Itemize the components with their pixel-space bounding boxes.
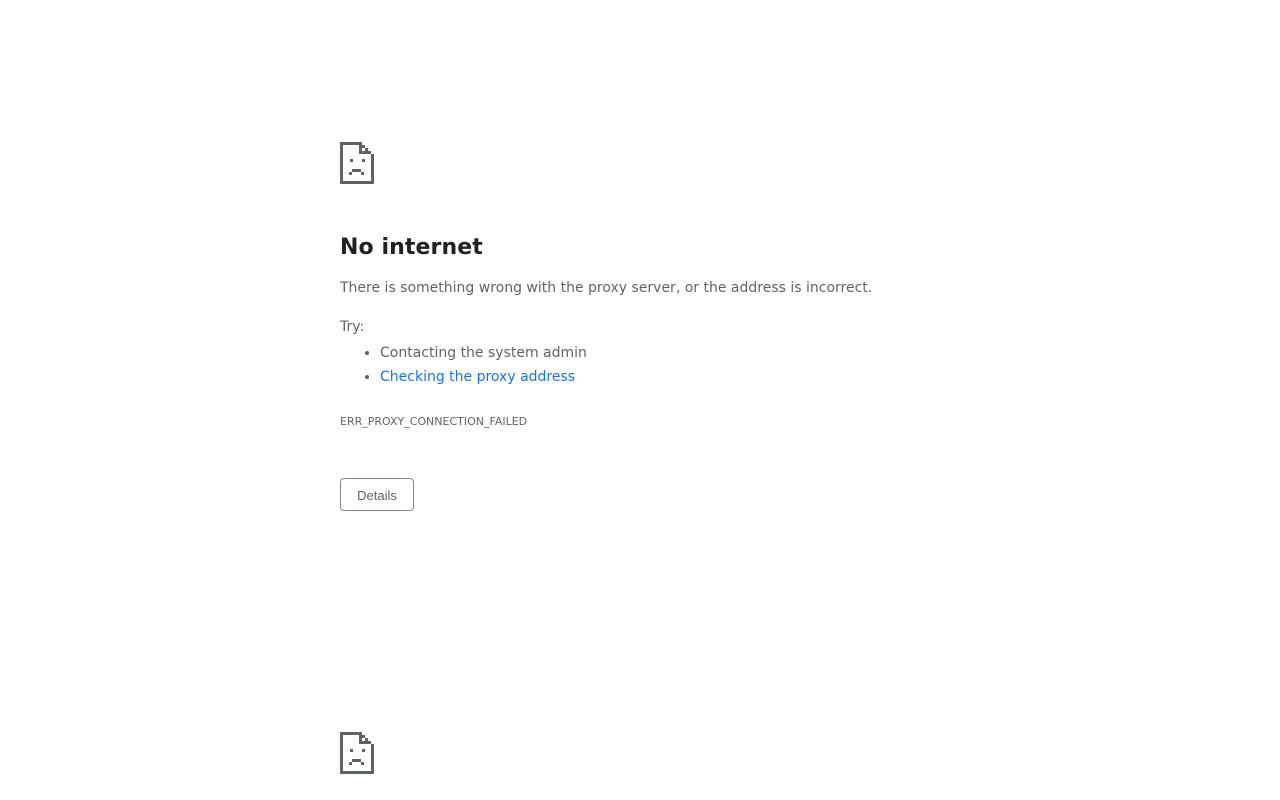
error-description: There is something wrong with the proxy … <box>340 280 873 296</box>
try-label: Try: <box>340 319 365 335</box>
sad-page-icon <box>340 142 374 184</box>
suggestion-check-proxy: Checking the proxy address <box>380 365 940 389</box>
error-content: No internet There is something wrong wit… <box>340 142 940 430</box>
error-page: No internet There is something wrong wit… <box>0 0 1280 800</box>
error-code: ERR_PROXY_CONNECTION_FAILED <box>340 415 528 428</box>
page-title: No internet <box>340 235 483 260</box>
suggestions-list: Contacting the system admin Checking the… <box>340 341 940 389</box>
suggestion-contact-admin: Contacting the system admin <box>380 341 940 365</box>
details-button[interactable]: Details <box>340 478 414 511</box>
check-proxy-link[interactable]: Checking the proxy address <box>380 369 575 385</box>
sad-page-icon-bottom <box>340 732 374 774</box>
